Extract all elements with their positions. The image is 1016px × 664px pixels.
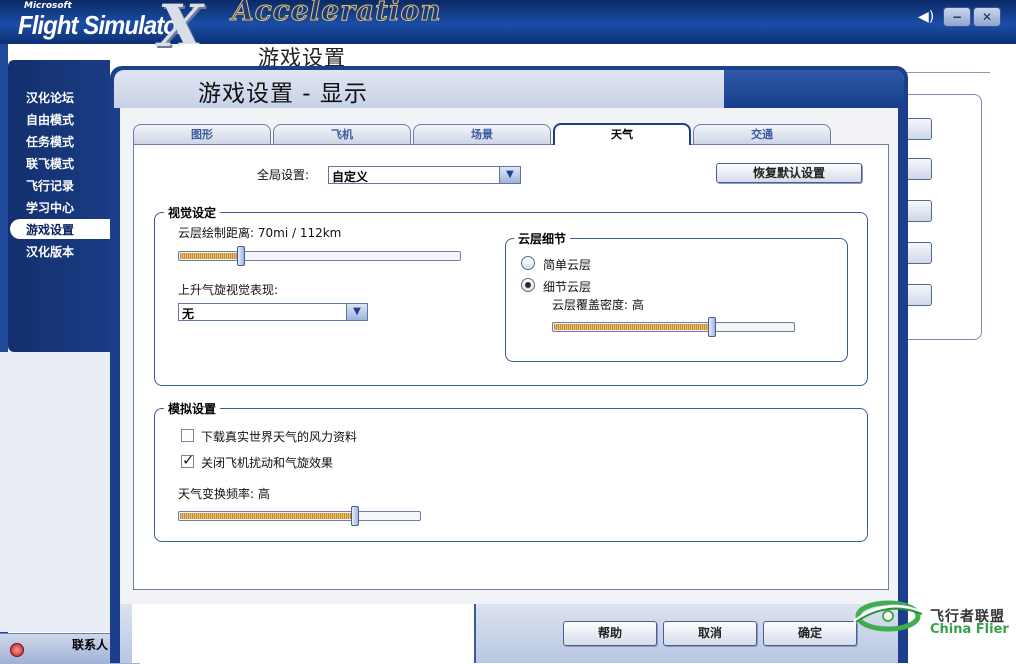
global-settings-select[interactable]: 自定义 ▼ — [328, 166, 521, 184]
download-winds-label[interactable]: 下载真实世界天气的风力资料 — [201, 428, 357, 445]
sidebar-item-logbook[interactable]: 飞行记录 — [26, 176, 116, 196]
tab-scenery[interactable]: 场景 — [413, 124, 551, 144]
minimize-button[interactable]: − — [943, 7, 971, 27]
tab-traffic[interactable]: 交通 — [693, 124, 831, 144]
detailed-clouds-radio[interactable] — [521, 278, 535, 292]
sidebar-item-version[interactable]: 汉化版本 — [26, 242, 116, 262]
sidebar-item-free-flight[interactable]: 自由模式 — [26, 110, 116, 130]
weather-rate-slider[interactable] — [178, 511, 421, 521]
watermark-text-en: China Flier — [930, 622, 1009, 637]
weather-rate-label: 天气变换频率: 高 — [178, 487, 270, 501]
chevron-down-icon[interactable]: ▼ — [346, 304, 367, 320]
sidebar-item-multiplayer[interactable]: 联飞模式 — [26, 154, 116, 174]
cloud-distance-thumb[interactable] — [237, 246, 245, 266]
tab-aircraft[interactable]: 飞机 — [273, 124, 411, 144]
contact-label[interactable]: 联系人 — [72, 636, 108, 653]
thermal-visuals-select[interactable]: 无 ▼ — [178, 303, 368, 321]
sidebar-item-learning-center[interactable]: 学习中心 — [26, 198, 116, 218]
thermal-visuals-value: 无 — [182, 307, 195, 321]
check-icon: ✓ — [182, 451, 195, 469]
visual-settings-legend: 视觉设定 — [164, 204, 221, 221]
disable-turbulence-checkbox[interactable]: ✓ — [181, 451, 195, 469]
weather-rate-thumb[interactable] — [351, 506, 359, 526]
cloud-coverage-label: 云层覆盖密度: 高 — [552, 298, 644, 312]
detailed-clouds-label[interactable]: 细节云层 — [543, 278, 591, 295]
sidebar-item-missions[interactable]: 任务模式 — [26, 132, 116, 152]
simple-clouds-label[interactable]: 简单云层 — [543, 256, 591, 273]
radio-dot-icon — [525, 282, 531, 288]
download-winds-checkbox[interactable]: ✓ — [181, 429, 194, 442]
thermal-visuals-label: 上升气旋视觉表现: — [178, 283, 279, 297]
close-button[interactable]: ✕ — [973, 7, 1001, 27]
reset-defaults-button[interactable]: 恢复默认设置 — [716, 163, 862, 183]
cloud-detail-legend: 云层细节 — [514, 230, 571, 247]
dialog-title: 游戏设置 - 显示 — [198, 81, 368, 107]
chevron-down-icon[interactable]: ▼ — [499, 167, 520, 183]
help-button[interactable]: 帮助 — [563, 621, 657, 646]
simple-clouds-radio[interactable] — [521, 256, 535, 270]
sidebar-lower-panel — [0, 352, 110, 632]
tab-weather[interactable]: 天气 — [553, 123, 691, 145]
dialog-titlebar-accent — [724, 70, 904, 108]
global-settings-label: 全局设置: — [257, 168, 310, 182]
cloud-distance-slider[interactable] — [178, 251, 461, 261]
cloud-distance-fill — [180, 253, 242, 259]
ok-button[interactable]: 确定 — [763, 621, 857, 646]
global-settings-value: 自定义 — [332, 170, 369, 184]
status-dot-icon — [10, 643, 24, 657]
simulation-settings-legend: 模拟设置 — [164, 400, 221, 417]
cloud-distance-label: 云层绘制距离: 70mi / 112km — [178, 226, 342, 240]
sidebar-item-forum[interactable]: 汉化论坛 — [26, 88, 116, 108]
speaker-icon[interactable]: ◀) — [918, 9, 936, 27]
cloud-coverage-slider[interactable] — [552, 322, 795, 332]
dialog-bottom-panel — [132, 604, 476, 663]
brand-sub: Acceleration — [232, 0, 442, 28]
watermark-logo-icon — [852, 600, 925, 632]
weather-rate-fill — [180, 513, 356, 519]
cloud-coverage-fill — [554, 324, 713, 330]
disable-turbulence-label[interactable]: 关闭飞机扰动和气旋效果 — [201, 454, 333, 471]
sidebar-item-settings[interactable]: 游戏设置 — [26, 220, 116, 240]
tab-graphics[interactable]: 图形 — [133, 124, 271, 144]
cloud-coverage-thumb[interactable] — [708, 317, 716, 337]
cancel-button[interactable]: 取消 — [663, 621, 757, 646]
